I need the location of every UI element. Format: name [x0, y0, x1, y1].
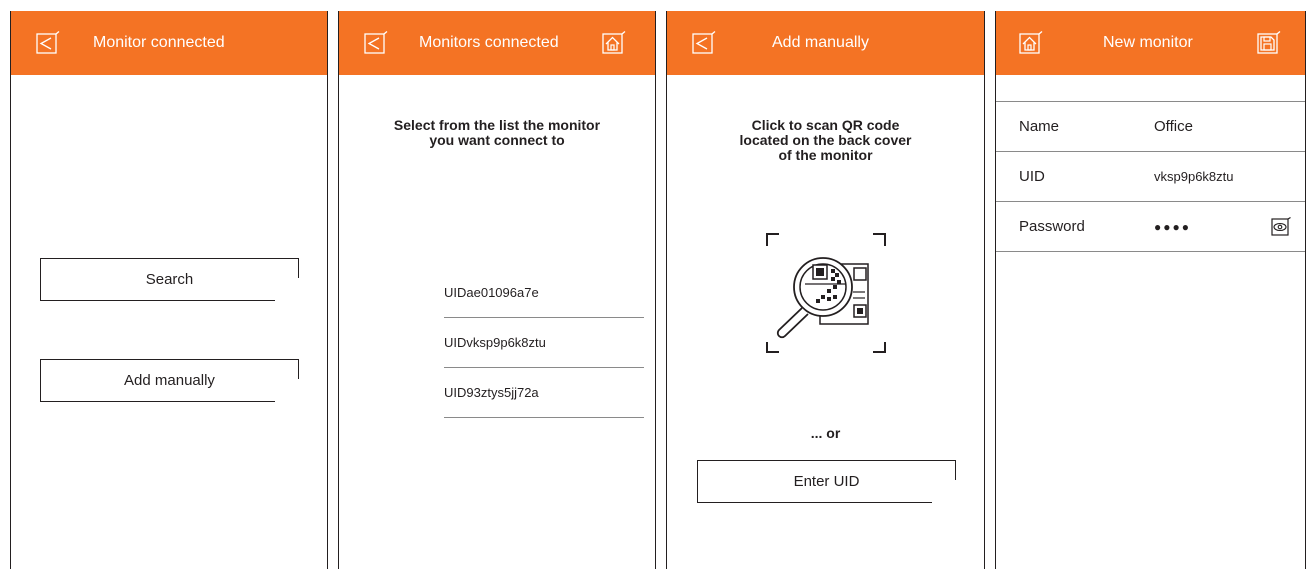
name-value[interactable]: Office: [1154, 102, 1193, 152]
save-icon[interactable]: [1257, 31, 1281, 55]
page-title: Monitor connected: [93, 34, 225, 51]
qr-scan-magnifier-icon[interactable]: [765, 232, 889, 356]
enter-uid-button[interactable]: Enter UID: [697, 460, 956, 503]
password-value[interactable]: ●●●●: [1154, 202, 1191, 252]
prompt-line-1: Click to scan QR code: [751, 117, 900, 133]
list-item[interactable]: UIDvksp9p6k8ztu: [444, 318, 644, 368]
back-arrow-icon[interactable]: [364, 31, 388, 55]
enter-uid-button-label: Enter UID: [793, 473, 860, 490]
header-bar: New monitor: [996, 11, 1305, 75]
screen-monitor-connected: Monitor connected Search Add manually: [10, 11, 328, 569]
uid-label: UID: [1019, 168, 1045, 185]
name-field-row[interactable]: Name Office: [996, 102, 1305, 152]
back-arrow-icon[interactable]: [36, 31, 60, 55]
eye-icon[interactable]: [1271, 216, 1291, 237]
add-manually-button[interactable]: Add manually: [40, 359, 299, 402]
prompt-line-3: of the monitor: [778, 147, 873, 163]
header-bar: Add manually: [667, 11, 984, 75]
header-bar: Monitor connected: [11, 11, 327, 75]
uid-value[interactable]: vksp9p6k8ztu: [1154, 152, 1234, 202]
add-manually-button-label: Add manually: [124, 372, 215, 389]
back-arrow-icon[interactable]: [692, 31, 716, 55]
list-item[interactable]: UIDae01096a7e: [444, 268, 644, 318]
list-item[interactable]: UID93ztys5jj72a: [444, 368, 644, 418]
password-label: Password: [1019, 218, 1085, 235]
prompt-line-2: located on the back cover: [739, 132, 912, 148]
password-field-row[interactable]: Password ●●●●: [996, 202, 1305, 252]
search-button-label: Search: [145, 271, 194, 288]
search-button[interactable]: Search: [40, 258, 299, 301]
form-spacer: [996, 76, 1305, 102]
or-separator: ... or: [810, 425, 841, 441]
screen-new-monitor: New monitor Name Office UID vksp9p6k8ztu…: [995, 11, 1306, 569]
uid-field-row[interactable]: UID vksp9p6k8ztu: [996, 152, 1305, 202]
prompt-line-1: Select from the list the monitor: [393, 117, 601, 133]
page-title: Add manually: [772, 34, 869, 51]
header-bar: Monitors connected: [339, 11, 655, 75]
screen-monitors-connected: Monitors connected Select from the list …: [338, 11, 656, 569]
home-icon[interactable]: [1019, 31, 1043, 55]
screen-add-manually: Add manually Click to scan QR code locat…: [666, 11, 985, 569]
prompt-line-2: you want connect to: [429, 132, 565, 148]
page-title: New monitor: [1103, 34, 1193, 51]
name-label: Name: [1019, 118, 1060, 135]
home-icon[interactable]: [602, 31, 626, 55]
page-title: Monitors connected: [419, 34, 559, 51]
